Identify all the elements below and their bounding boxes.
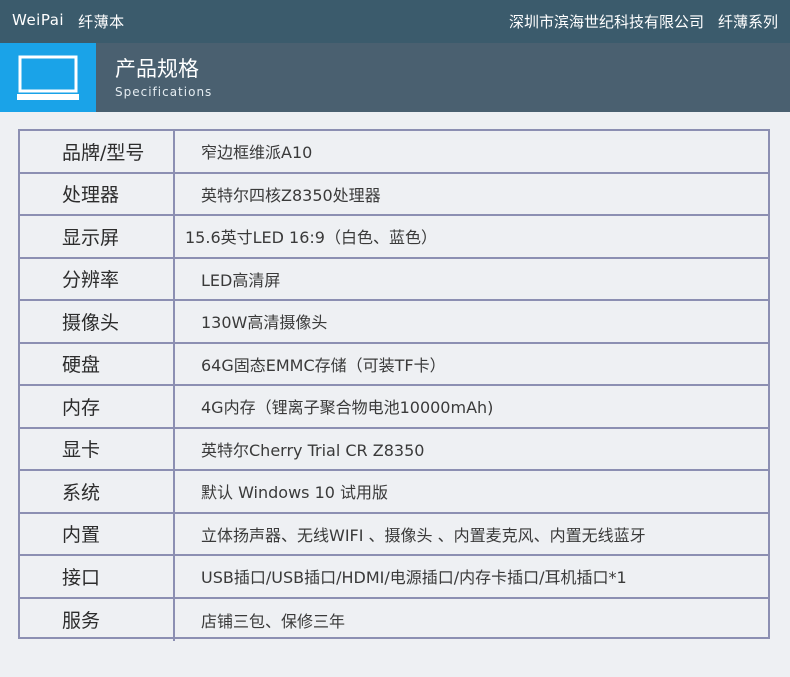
spec-value: 窄边框维派A10 — [201, 143, 313, 163]
spec-label: 显卡 — [20, 428, 175, 469]
spec-label: 内置 — [20, 513, 175, 554]
brand-name: WeiPai — [12, 11, 65, 29]
spec-row: 硬盘 64G固态EMMC存储（可装TF卡） — [20, 343, 768, 386]
spec-value: 立体扬声器、无线WIFI 、摄像头 、内置麦克风、内置无线蓝牙 — [201, 525, 646, 545]
spec-row: 系统 默认 Windows 10 试用版 — [20, 471, 768, 514]
spec-row: 品牌/型号 窄边框维派A10 — [20, 131, 768, 174]
spec-value: 英特尔Cherry Trial CR Z8350 — [201, 440, 425, 460]
top-bar: WeiPai 纤薄本 深圳市滨海世纪科技有限公司 纤薄系列 — [0, 0, 790, 43]
spec-label: 摄像头 — [20, 301, 175, 342]
spec-row: 服务 店铺三包、保修三年 — [20, 598, 768, 641]
spec-value: 64G固态EMMC存储（可装TF卡） — [201, 355, 446, 375]
spec-value: USB插口/USB插口/HDMI/电源插口/内存卡插口/耳机插口*1 — [201, 568, 627, 588]
spec-table: 品牌/型号 窄边框维派A10 处理器 英特尔四核Z8350处理器 显示屏 15.… — [18, 129, 770, 641]
product-name: 纤薄本 — [78, 13, 125, 31]
spec-row: 内置 立体扬声器、无线WIFI 、摄像头 、内置麦克风、内置无线蓝牙 — [20, 513, 768, 556]
spec-label: 分辨率 — [20, 258, 175, 299]
spec-value: 130W高清摄像头 — [201, 313, 328, 333]
section-subtitle: Specifications — [115, 85, 213, 99]
spec-row: 处理器 英特尔四核Z8350处理器 — [20, 173, 768, 216]
spec-label: 系统 — [20, 471, 175, 512]
spec-row: 内存 4G内存（锂离子聚合物电池10000mAh) — [20, 386, 768, 429]
spec-row: 显卡 英特尔Cherry Trial CR Z8350 — [20, 428, 768, 471]
spec-label: 服务 — [20, 598, 175, 641]
spec-value: 英特尔四核Z8350处理器 — [201, 185, 381, 205]
spec-value: 默认 Windows 10 试用版 — [201, 483, 389, 503]
spec-row: 显示屏 15.6英寸LED 16:9（白色、蓝色） — [20, 216, 768, 259]
spec-label: 硬盘 — [20, 343, 175, 384]
spec-row: 摄像头 130W高清摄像头 — [20, 301, 768, 344]
spec-label: 品牌/型号 — [20, 131, 175, 172]
spec-row: 分辨率 LED高清屏 — [20, 258, 768, 301]
brand-group: WeiPai 纤薄本 — [12, 11, 125, 32]
section-title: 产品规格 — [115, 57, 199, 81]
spec-value: 4G内存（锂离子聚合物电池10000mAh) — [201, 398, 494, 418]
spec-row: 接口 USB插口/USB插口/HDMI/电源插口/内存卡插口/耳机插口*1 — [20, 556, 768, 599]
spec-value: LED高清屏 — [201, 270, 281, 290]
spec-label: 显示屏 — [20, 216, 175, 257]
company-name: 深圳市滨海世纪科技有限公司 — [508, 13, 704, 31]
company-group: 深圳市滨海世纪科技有限公司 纤薄系列 — [509, 11, 778, 32]
series-name: 纤薄系列 — [717, 13, 778, 31]
spec-label: 内存 — [20, 386, 175, 427]
spec-label: 接口 — [20, 556, 175, 597]
section-header: 产品规格 Specifications — [0, 43, 790, 112]
spec-label: 处理器 — [20, 173, 175, 214]
icon-box — [0, 43, 96, 112]
spec-value: 店铺三包、保修三年 — [201, 611, 346, 631]
laptop-icon — [17, 55, 79, 100]
spec-value: 15.6英寸LED 16:9（白色、蓝色） — [185, 228, 437, 248]
